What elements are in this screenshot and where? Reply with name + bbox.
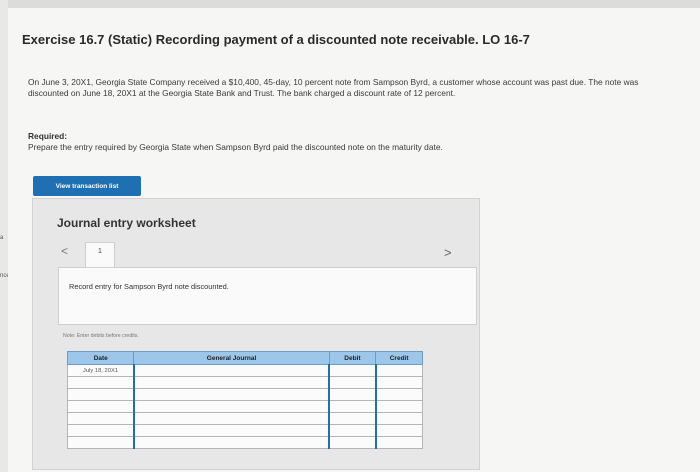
credit-cell[interactable] xyxy=(374,412,423,425)
journal-account-cell[interactable] xyxy=(132,412,330,425)
table-row xyxy=(66,400,423,413)
debit-cell[interactable] xyxy=(328,424,377,437)
credit-cell[interactable] xyxy=(374,376,423,389)
debit-column-header: Debit xyxy=(328,351,377,365)
journal-account-cell[interactable] xyxy=(132,400,330,413)
record-entry-box: Record entry for Sampson Byrd note disco… xyxy=(58,267,477,325)
credit-cell[interactable] xyxy=(374,400,423,413)
general-journal-column-header: General Journal xyxy=(133,351,330,365)
entry-note: Note: Enter debits before credits. xyxy=(63,333,139,339)
debit-cell[interactable] xyxy=(328,364,377,377)
journal-table: Date General Journal Debit Credit July 1… xyxy=(66,351,423,449)
date-cell[interactable] xyxy=(66,376,135,389)
date-column-header: Date xyxy=(66,351,135,365)
debit-cell[interactable] xyxy=(328,400,377,413)
table-row xyxy=(66,436,423,449)
left-edge: a nces xyxy=(0,0,13,472)
date-cell[interactable]: July 18, 20X1 xyxy=(66,364,135,377)
date-cell[interactable] xyxy=(66,388,135,401)
debit-cell[interactable] xyxy=(328,388,377,401)
credit-cell[interactable] xyxy=(374,424,423,437)
debit-cell[interactable] xyxy=(328,376,377,389)
credit-cell[interactable] xyxy=(374,436,423,449)
journal-account-cell[interactable] xyxy=(132,376,330,389)
credit-cell[interactable] xyxy=(374,364,423,377)
debit-cell[interactable] xyxy=(328,436,377,449)
record-instruction: Record entry for Sampson Byrd note disco… xyxy=(69,282,229,291)
table-row: July 18, 20X1 xyxy=(66,364,423,377)
required-label: Required: xyxy=(28,131,68,141)
journal-account-cell[interactable] xyxy=(132,436,330,449)
required-text: Prepare the entry required by Georgia St… xyxy=(28,142,443,152)
journal-account-cell[interactable] xyxy=(132,388,330,401)
exercise-description: On June 3, 20X1, Georgia State Company r… xyxy=(28,77,639,98)
next-entry-icon[interactable]: > xyxy=(444,245,452,260)
table-row xyxy=(66,412,423,425)
credit-cell[interactable] xyxy=(374,388,423,401)
table-row xyxy=(66,424,423,437)
view-transaction-list-button[interactable]: View transaction list xyxy=(33,176,141,196)
date-cell[interactable] xyxy=(66,400,135,413)
journal-entry-worksheet: Journal entry worksheet < 1 > Record ent… xyxy=(32,198,480,470)
worksheet-title: Journal entry worksheet xyxy=(57,216,196,230)
journal-account-cell[interactable] xyxy=(132,424,330,437)
credit-column-header: Credit xyxy=(375,351,423,365)
exercise-title: Exercise 16.7 (Static) Recording payment… xyxy=(22,32,530,47)
debit-cell[interactable] xyxy=(328,412,377,425)
date-cell[interactable] xyxy=(66,424,135,437)
prev-entry-icon[interactable]: < xyxy=(61,244,68,258)
table-row xyxy=(66,376,423,389)
journal-account-cell[interactable] xyxy=(132,364,330,377)
date-cell[interactable] xyxy=(66,412,135,425)
table-row xyxy=(66,388,423,401)
edge-mark: a xyxy=(0,235,4,241)
entry-tab-1[interactable]: 1 xyxy=(85,242,115,269)
date-cell[interactable] xyxy=(66,436,135,449)
